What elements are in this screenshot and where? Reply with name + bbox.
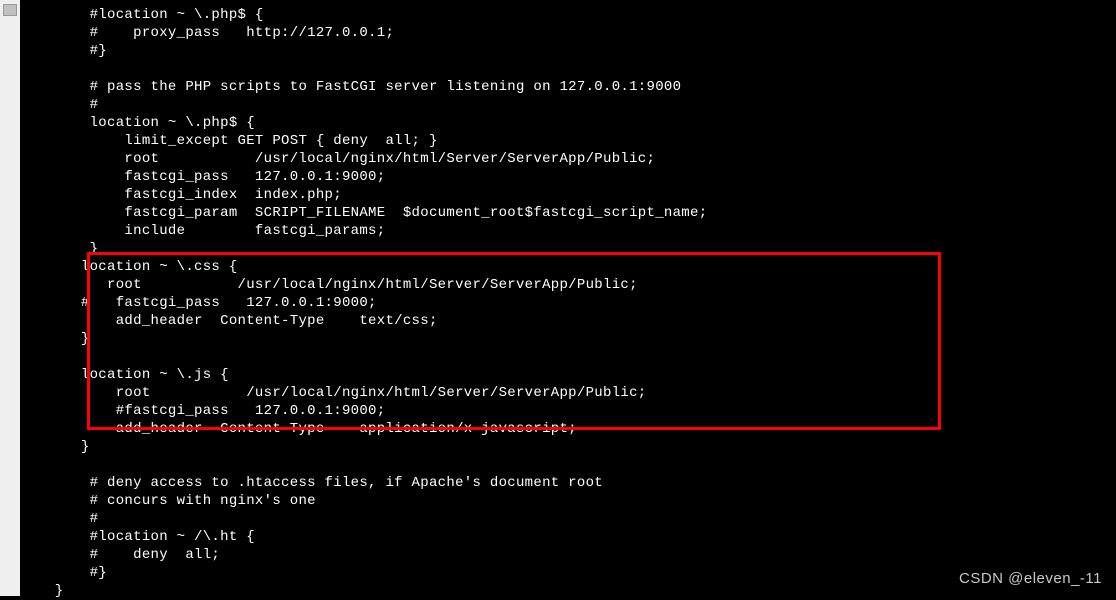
scrollbar-thumb[interactable] xyxy=(3,4,17,16)
watermark-text: CSDN @eleven_-11 xyxy=(959,570,1102,588)
scrollbar-track[interactable] xyxy=(0,0,20,596)
config-code-highlighted: location ~ \.css { root /usr/local/nginx… xyxy=(20,258,1116,456)
config-code-top: #location ~ \.php$ { # proxy_pass http:/… xyxy=(20,6,1116,258)
terminal-area: #location ~ \.php$ { # proxy_pass http:/… xyxy=(20,0,1116,596)
config-code-bottom: # deny access to .htaccess files, if Apa… xyxy=(20,456,1116,600)
